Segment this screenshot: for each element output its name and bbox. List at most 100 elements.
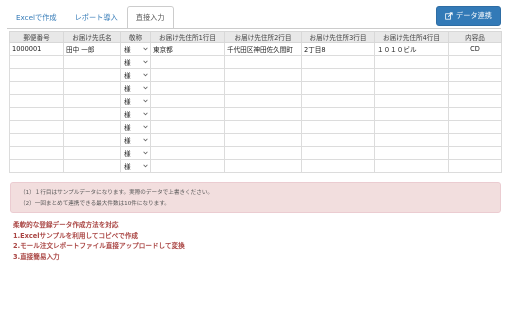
address-line2-cell[interactable] bbox=[224, 159, 302, 173]
address-line4-cell[interactable] bbox=[374, 120, 449, 134]
recipient-name-cell[interactable] bbox=[63, 107, 121, 121]
address-line4-cell[interactable] bbox=[374, 94, 449, 108]
address-line3-cell[interactable] bbox=[301, 133, 375, 147]
postal-code-cell[interactable] bbox=[9, 55, 64, 69]
honorific-select[interactable]: 様 bbox=[120, 68, 151, 82]
recipient-name-cell[interactable] bbox=[63, 94, 121, 108]
contents-cell[interactable] bbox=[448, 146, 502, 160]
honorific-value: 様 bbox=[124, 85, 131, 93]
honorific-value: 様 bbox=[124, 98, 131, 106]
tab-report-import[interactable]: レポート導入 bbox=[66, 6, 127, 28]
address-line2-cell[interactable]: 千代田区神田佐久間町 bbox=[224, 42, 302, 56]
address-line2-cell[interactable] bbox=[224, 94, 302, 108]
col-postal-code: 郵便番号 bbox=[9, 31, 64, 43]
address-line1-cell[interactable] bbox=[150, 146, 225, 160]
contents-cell[interactable] bbox=[448, 94, 502, 108]
address-line3-cell[interactable]: 2丁目8 bbox=[301, 42, 375, 56]
address-line1-cell[interactable] bbox=[150, 94, 225, 108]
honorific-select[interactable]: 様 bbox=[120, 133, 151, 147]
address-line4-cell[interactable] bbox=[374, 133, 449, 147]
honorific-select[interactable]: 様 bbox=[120, 146, 151, 160]
contents-cell[interactable] bbox=[448, 159, 502, 173]
postal-code-cell[interactable] bbox=[9, 81, 64, 95]
honorific-value: 様 bbox=[124, 150, 131, 158]
address-line3-cell[interactable] bbox=[301, 68, 375, 82]
honorific-select[interactable]: 様 bbox=[120, 94, 151, 108]
contents-cell[interactable] bbox=[448, 81, 502, 95]
recipient-name-cell[interactable] bbox=[63, 120, 121, 134]
contents-cell[interactable] bbox=[448, 68, 502, 82]
address-line1-cell[interactable] bbox=[150, 68, 225, 82]
address-line2-cell[interactable] bbox=[224, 55, 302, 69]
address-line4-cell[interactable]: １０１０ビル bbox=[374, 42, 449, 56]
address-line3-cell[interactable] bbox=[301, 146, 375, 160]
chevron-down-icon bbox=[143, 60, 148, 64]
honorific-select[interactable]: 様 bbox=[120, 42, 151, 56]
feature-title: 柔軟的な登録データ作成方法を対応 bbox=[13, 221, 119, 229]
contents-cell[interactable] bbox=[448, 107, 502, 121]
address-line1-cell[interactable] bbox=[150, 81, 225, 95]
address-line3-cell[interactable] bbox=[301, 94, 375, 108]
address-line2-cell[interactable] bbox=[224, 107, 302, 121]
address-line3-cell[interactable] bbox=[301, 107, 375, 121]
address-line1-cell[interactable]: 東京都 bbox=[150, 42, 225, 56]
address-line3-cell[interactable] bbox=[301, 81, 375, 95]
address-line4-cell[interactable] bbox=[374, 81, 449, 95]
contents-cell[interactable] bbox=[448, 133, 502, 147]
address-line2-cell[interactable] bbox=[224, 68, 302, 82]
address-line1-cell[interactable] bbox=[150, 120, 225, 134]
table-row: 様 bbox=[9, 120, 502, 134]
address-line1-cell[interactable] bbox=[150, 159, 225, 173]
recipient-name-cell[interactable] bbox=[63, 68, 121, 82]
tab-direct-input[interactable]: 直接入力 bbox=[126, 6, 174, 29]
address-line4-cell[interactable] bbox=[374, 146, 449, 160]
tab-excel[interactable]: Excelで作成 bbox=[7, 6, 66, 28]
honorific-select[interactable]: 様 bbox=[120, 107, 151, 121]
recipient-name-cell[interactable] bbox=[63, 146, 121, 160]
postal-code-cell[interactable] bbox=[9, 120, 64, 134]
postal-code-cell[interactable] bbox=[9, 68, 64, 82]
address-line1-cell[interactable] bbox=[150, 107, 225, 121]
address-line2-cell[interactable] bbox=[224, 120, 302, 134]
postal-code-cell[interactable] bbox=[9, 94, 64, 108]
table-row: 様 bbox=[9, 159, 502, 173]
recipient-name-cell[interactable] bbox=[63, 133, 121, 147]
honorific-value: 様 bbox=[124, 59, 131, 67]
contents-cell[interactable]: CD bbox=[448, 42, 502, 56]
address-line1-cell[interactable] bbox=[150, 55, 225, 69]
honorific-select[interactable]: 様 bbox=[120, 120, 151, 134]
postal-code-cell[interactable]: 1000001 bbox=[9, 42, 64, 56]
address-line2-cell[interactable] bbox=[224, 133, 302, 147]
contents-cell[interactable] bbox=[448, 120, 502, 134]
address-line3-cell[interactable] bbox=[301, 159, 375, 173]
postal-code-cell[interactable] bbox=[9, 107, 64, 121]
recipient-name-cell[interactable]: 田中 一郎 bbox=[63, 42, 121, 56]
feature-item: 2.モール注文レポートファイル直接アップロードして変換 bbox=[13, 242, 185, 251]
address-line4-cell[interactable] bbox=[374, 107, 449, 121]
data-connect-button[interactable]: データ連携 bbox=[436, 6, 501, 26]
address-line3-cell[interactable] bbox=[301, 120, 375, 134]
honorific-select[interactable]: 様 bbox=[120, 81, 151, 95]
recipient-name-cell[interactable] bbox=[63, 81, 121, 95]
honorific-value: 様 bbox=[124, 46, 131, 54]
postal-code-cell[interactable] bbox=[9, 133, 64, 147]
tab-bar: Excelで作成 レポート導入 直接入力 bbox=[7, 6, 174, 29]
honorific-value: 様 bbox=[124, 111, 131, 119]
honorific-select[interactable]: 様 bbox=[120, 55, 151, 69]
address-line4-cell[interactable] bbox=[374, 68, 449, 82]
postal-code-cell[interactable] bbox=[9, 159, 64, 173]
address-line2-cell[interactable] bbox=[224, 146, 302, 160]
honorific-select[interactable]: 様 bbox=[120, 159, 151, 173]
contents-cell[interactable] bbox=[448, 55, 502, 69]
export-icon bbox=[445, 12, 453, 20]
table-header-row: 郵便番号 お届け先氏名 敬称 お届け先住所1行目 お届け先住所2行目 お届け先住… bbox=[9, 31, 502, 43]
address-line2-cell[interactable] bbox=[224, 81, 302, 95]
recipient-name-cell[interactable] bbox=[63, 159, 121, 173]
address-line4-cell[interactable] bbox=[374, 159, 449, 173]
address-line3-cell[interactable] bbox=[301, 55, 375, 69]
recipient-name-cell[interactable] bbox=[63, 55, 121, 69]
address-line1-cell[interactable] bbox=[150, 133, 225, 147]
address-line4-cell[interactable] bbox=[374, 55, 449, 69]
feature-item: 3.直接簡易入力 bbox=[13, 252, 60, 261]
postal-code-cell[interactable] bbox=[9, 146, 64, 160]
